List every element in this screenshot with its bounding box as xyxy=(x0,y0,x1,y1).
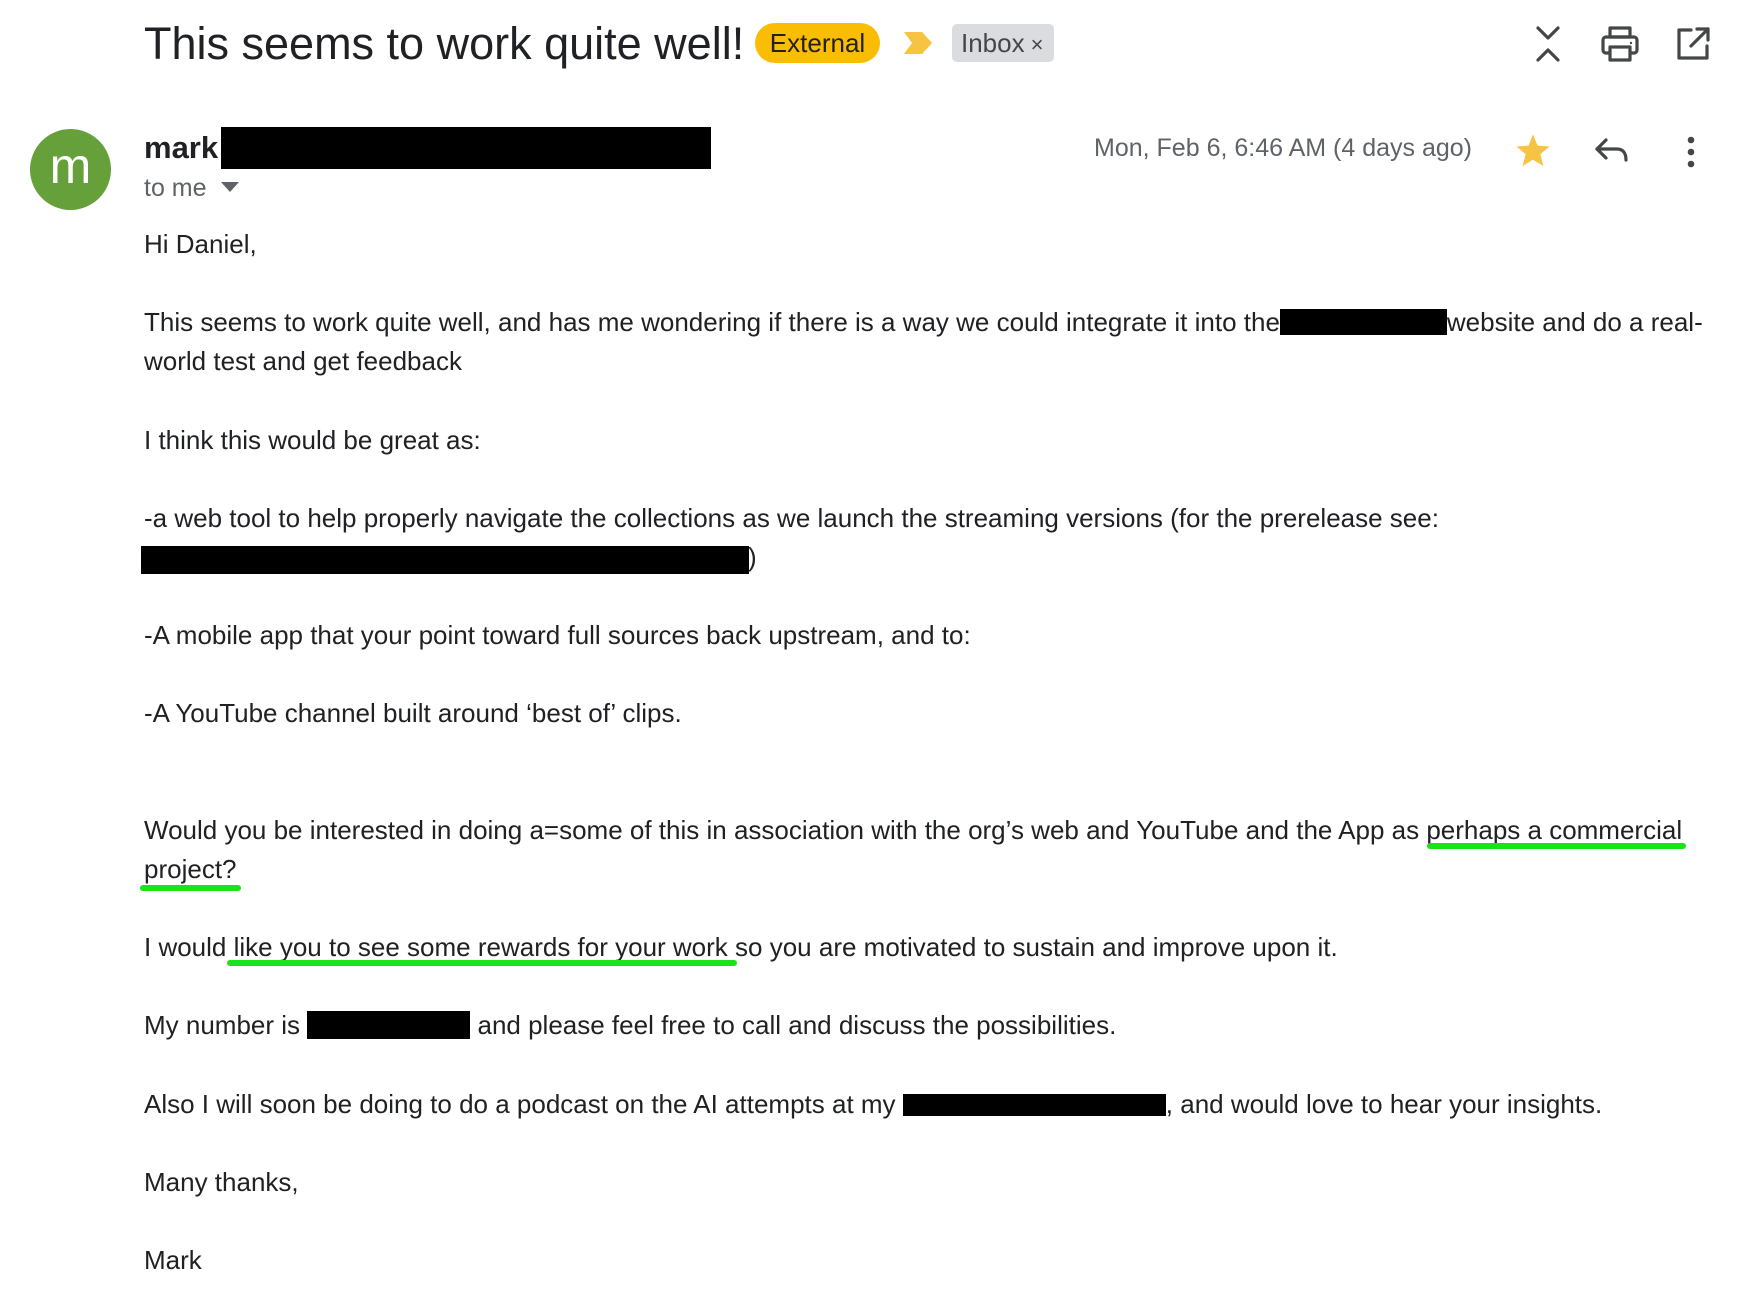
external-badge: External xyxy=(755,23,880,63)
paragraph-6-line-2: project? xyxy=(144,854,237,884)
importance-marker-icon[interactable] xyxy=(902,26,936,60)
redacted-phone-number xyxy=(307,1011,471,1039)
highlighted-text: perhaps a commercial xyxy=(1426,815,1683,845)
paragraph-3-line-2: ) xyxy=(748,542,757,572)
reply-icon[interactable] xyxy=(1593,132,1631,170)
redacted-organization xyxy=(902,1094,1166,1116)
chevron-down-icon[interactable] xyxy=(220,182,239,193)
paragraph-text: Also I will soon be doing to do a podcas… xyxy=(144,1089,903,1119)
redacted-sender-email xyxy=(221,127,711,169)
paragraph-5: -A YouTube channel built around ‘best of… xyxy=(144,698,682,728)
paragraph-text: My number is xyxy=(144,1010,308,1040)
closing: Many thanks, xyxy=(144,1167,299,1197)
open-in-new-window-icon[interactable] xyxy=(1673,24,1713,64)
highlight-underline xyxy=(227,960,737,966)
paragraph-3-line-1: -a web tool to help properly navigate th… xyxy=(144,503,1439,533)
paragraph-4: -A mobile app that your point toward ful… xyxy=(144,620,971,650)
avatar[interactable]: m xyxy=(30,129,111,210)
paragraph-9: Also I will soon be doing to do a podcas… xyxy=(144,1086,1602,1122)
highlight-underline xyxy=(1427,843,1686,849)
paragraph-text: , and would love to hear your insights. xyxy=(1165,1089,1603,1119)
paragraph-text: I would xyxy=(144,932,234,962)
star-icon[interactable] xyxy=(1512,130,1554,172)
paragraph-1-line-2: world test and get feedback xyxy=(144,346,462,376)
paragraph-8: My number is and please feel free to cal… xyxy=(144,1007,1116,1043)
highlight-underline xyxy=(140,885,241,891)
print-icon[interactable] xyxy=(1600,24,1640,64)
paragraph-2: I think this would be great as: xyxy=(144,425,481,455)
redacted-org-name xyxy=(1279,309,1447,335)
paragraph-text: Would you be interested in doing a=some … xyxy=(144,815,1427,845)
paragraph-text: website and do a real- xyxy=(1446,307,1703,337)
sender-name: mark xyxy=(144,130,219,165)
signature: Mark xyxy=(144,1245,202,1275)
redacted-prerelease-link xyxy=(141,546,749,574)
expand-collapse-icon[interactable] xyxy=(1528,24,1568,64)
message-date: Mon, Feb 6, 6:46 AM (4 days ago) xyxy=(1094,134,1472,162)
recipient-dropdown[interactable]: to me xyxy=(144,172,239,204)
recipient-label: to me xyxy=(144,174,207,202)
paragraph-text: This seems to work quite well, and has m… xyxy=(144,307,1280,337)
remove-label-icon[interactable]: × xyxy=(1031,32,1044,57)
paragraph-1-line-1: This seems to work quite well, and has m… xyxy=(144,304,1703,340)
inbox-label: Inbox × xyxy=(952,24,1054,62)
inbox-label-text: Inbox xyxy=(961,28,1025,58)
paragraph-text: so you are motivated to sustain and impr… xyxy=(727,932,1338,962)
paragraph-text: and please feel free to call and discuss… xyxy=(470,1010,1117,1040)
email-subject: This seems to work quite well! xyxy=(144,18,745,69)
more-vertical-icon[interactable] xyxy=(1680,132,1702,172)
highlighted-text: like you to see some rewards for your wo… xyxy=(233,932,728,962)
greeting: Hi Daniel, xyxy=(144,229,257,259)
